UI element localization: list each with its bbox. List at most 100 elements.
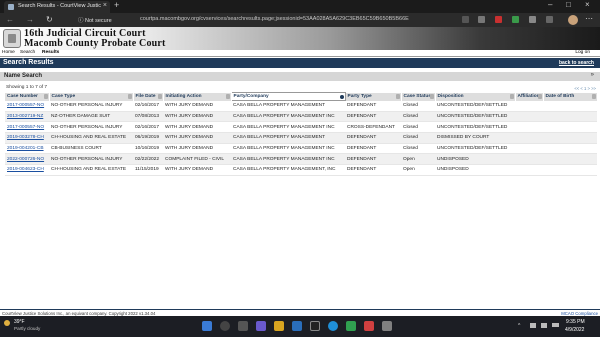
logon-link[interactable]: Log on bbox=[575, 50, 590, 55]
battery-icon[interactable] bbox=[552, 323, 559, 327]
cell-date-of-birth bbox=[543, 100, 597, 112]
security-indicator[interactable]: ⓘ Not secure bbox=[78, 16, 112, 24]
menu-results[interactable]: Results bbox=[42, 50, 59, 55]
extension-red-icon[interactable] bbox=[495, 16, 502, 23]
volume-icon[interactable] bbox=[541, 323, 547, 328]
extensions-icon[interactable] bbox=[529, 16, 536, 23]
weather-description[interactable]: Partly cloudy bbox=[14, 326, 40, 331]
minimize-icon[interactable]: – bbox=[548, 0, 552, 9]
close-window-icon[interactable]: × bbox=[585, 0, 590, 9]
sort-active-icon[interactable] bbox=[339, 95, 344, 99]
column-header-label: Party/Company bbox=[233, 94, 269, 99]
column-header[interactable]: Date of Birth bbox=[543, 92, 598, 101]
extension-green-icon[interactable] bbox=[512, 16, 519, 23]
sort-icon[interactable] bbox=[127, 93, 132, 99]
cell-case-number[interactable]: 2019-004201-CB bbox=[5, 143, 49, 155]
maximize-icon[interactable]: □ bbox=[566, 0, 571, 9]
sort-icon[interactable] bbox=[43, 93, 48, 99]
cell-party-company: CASA BELLA PROPERTY MANAGEMENT INC bbox=[231, 111, 345, 123]
column-header[interactable]: Party Type bbox=[345, 92, 402, 101]
address-bar[interactable]: courtpa.macombgov.org/cvservices/searchr… bbox=[140, 16, 409, 22]
edge-icon[interactable] bbox=[328, 321, 338, 331]
menu-search[interactable]: Search bbox=[20, 50, 35, 55]
sort-icon[interactable] bbox=[509, 93, 514, 99]
search-icon[interactable] bbox=[220, 321, 230, 331]
file-explorer-icon[interactable] bbox=[274, 321, 284, 331]
back-to-search-link[interactable]: back to search bbox=[559, 60, 594, 66]
cell-affiliation bbox=[515, 111, 543, 123]
clock-time[interactable]: 9:35 PM bbox=[566, 319, 585, 325]
cell-case-number[interactable]: 2019-004623-CH bbox=[5, 164, 49, 176]
column-header[interactable]: Initiating Action bbox=[163, 92, 232, 101]
cell-initiating-action: WITH JURY DEMAND bbox=[163, 164, 231, 176]
cell-disposition: UNCONTESTED/DEF/SETTLED bbox=[435, 111, 515, 123]
reload-icon[interactable]: ↻ bbox=[46, 15, 53, 24]
share-icon[interactable] bbox=[462, 16, 469, 23]
column-header-label: File Date bbox=[135, 94, 156, 99]
table-row[interactable]: 2017-000557-NO NO-OTHER PERSONAL INJURY 02… bbox=[5, 100, 597, 112]
browser-tab[interactable]: Search Results - CourtView Justic × bbox=[4, 1, 110, 13]
cell-file-date: 02/22/2022 bbox=[133, 153, 163, 166]
sidebar-icon[interactable] bbox=[546, 16, 553, 23]
table-row[interactable]: 2019-004623-CH CH-HOUSING AND REAL ESTATE… bbox=[5, 164, 597, 176]
cell-case-number[interactable]: 2019-003278-CH bbox=[5, 132, 49, 144]
table-row[interactable]: 2022-000726-NO NO-OTHER PERSONAL INJURY 02… bbox=[5, 153, 597, 166]
cell-party-type: DEFENDANT bbox=[345, 164, 401, 176]
table-row[interactable]: 2019-003278-CH CH-HOUSING AND REAL ESTATE… bbox=[5, 132, 597, 144]
os-taskbar: 39°F Partly cloudy ^ 9:35 PM 4/9/2022 bbox=[0, 316, 600, 337]
sort-icon[interactable] bbox=[591, 93, 596, 99]
column-header[interactable]: Case Type bbox=[49, 92, 134, 101]
column-header-label: Affiliation bbox=[517, 94, 540, 99]
profile-avatar[interactable] bbox=[568, 15, 578, 25]
cell-case-number[interactable]: 2013-002719-NZ bbox=[5, 111, 49, 123]
mail-icon[interactable] bbox=[292, 321, 302, 331]
start-icon[interactable] bbox=[202, 321, 212, 331]
app-red-icon[interactable] bbox=[364, 321, 374, 331]
task-view-icon[interactable] bbox=[238, 321, 248, 331]
menu-home[interactable]: Home bbox=[2, 50, 15, 55]
collapse-chevron-icon[interactable]: » bbox=[591, 72, 594, 78]
column-header[interactable]: Disposition bbox=[435, 92, 516, 101]
sort-icon[interactable] bbox=[395, 93, 400, 99]
back-icon[interactable]: ← bbox=[6, 15, 14, 24]
sort-icon[interactable] bbox=[429, 93, 434, 99]
chat-icon[interactable] bbox=[256, 321, 266, 331]
cell-affiliation bbox=[515, 132, 543, 144]
column-header[interactable]: Case Number bbox=[5, 92, 50, 101]
cell-case-number[interactable]: 2017-000557-NO bbox=[5, 100, 49, 112]
column-header[interactable]: Affiliation bbox=[515, 92, 544, 101]
browser-menu-icon[interactable]: ⋯ bbox=[585, 14, 593, 23]
sort-icon[interactable] bbox=[225, 93, 230, 99]
weather-temperature[interactable]: 39°F bbox=[14, 319, 25, 325]
results-header: Search Results back to search bbox=[0, 58, 600, 68]
tab-close-icon[interactable]: × bbox=[103, 2, 107, 9]
site-favicon-icon bbox=[8, 4, 14, 10]
forward-icon[interactable]: → bbox=[26, 15, 34, 24]
court-name-line2: Macomb County Probate Court bbox=[24, 38, 166, 49]
column-header-sorted[interactable]: Party/Company bbox=[230, 92, 346, 101]
cell-case-number[interactable]: 2022-000726-NO bbox=[5, 153, 49, 166]
cell-party-type: DEFENDANT bbox=[345, 153, 401, 166]
column-header[interactable]: Case Status bbox=[401, 92, 436, 101]
star-icon[interactable] bbox=[478, 16, 485, 23]
store-icon[interactable] bbox=[310, 321, 320, 331]
sort-icon[interactable] bbox=[537, 93, 542, 99]
app-gray-icon[interactable] bbox=[382, 321, 392, 331]
new-tab-icon[interactable]: + bbox=[114, 0, 119, 10]
tray-overflow-icon[interactable]: ^ bbox=[518, 323, 520, 329]
court-banner: 16th Judicial Circuit Court Macomb Count… bbox=[0, 27, 600, 50]
table-row[interactable]: 2013-002719-NZ NZ-OTHER DAMAGE SUIT 07/08/… bbox=[5, 111, 597, 123]
clock-date[interactable]: 4/9/2022 bbox=[565, 327, 584, 333]
app-green-icon[interactable] bbox=[346, 321, 356, 331]
table-row[interactable]: 2017-000557-NO NO-OTHER PERSONAL INJURY 02… bbox=[5, 121, 597, 134]
cell-disposition: UNDISPOSED bbox=[435, 153, 515, 166]
weather-icon[interactable] bbox=[4, 320, 10, 326]
pagination[interactable]: << < 1 > >> bbox=[574, 86, 596, 91]
table-row[interactable]: 2019-004201-CB CB-BUSINESS COURT 10/16/201… bbox=[5, 143, 597, 155]
wifi-icon[interactable] bbox=[530, 323, 536, 328]
cell-case-number[interactable]: 2017-000557-NO bbox=[5, 121, 49, 134]
sort-icon[interactable] bbox=[157, 93, 162, 99]
cell-case-status: Closed bbox=[401, 132, 435, 144]
column-header[interactable]: File Date bbox=[133, 92, 164, 101]
name-search-section-header[interactable]: Name Search » bbox=[0, 72, 600, 81]
